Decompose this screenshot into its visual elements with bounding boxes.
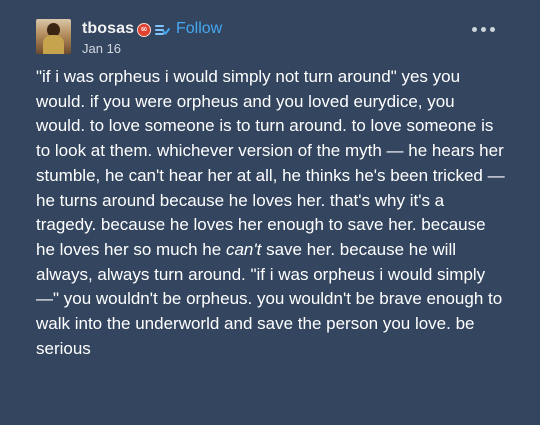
more-dot — [481, 27, 486, 32]
avatar-body — [43, 35, 64, 54]
more-options-icon[interactable] — [472, 26, 496, 34]
more-dot — [472, 27, 477, 32]
follow-button[interactable]: Follow — [176, 20, 222, 38]
post-body-part1: "if i was orpheus i would simply not tur… — [36, 67, 505, 259]
more-dot — [490, 27, 495, 32]
post-body-emphasis: can't — [225, 239, 262, 259]
avatar[interactable] — [36, 19, 71, 54]
blue-checkmark-badge-icon — [155, 25, 170, 35]
post-body: "if i was orpheus i would simply not tur… — [36, 65, 506, 361]
community-badge-icon: 60 — [137, 23, 151, 37]
post-card: tbosas 60 Follow Jan 16 "if i was orpheu… — [0, 0, 540, 425]
post-date[interactable]: Jan 16 — [82, 41, 121, 56]
username[interactable]: tbosas — [82, 20, 134, 38]
